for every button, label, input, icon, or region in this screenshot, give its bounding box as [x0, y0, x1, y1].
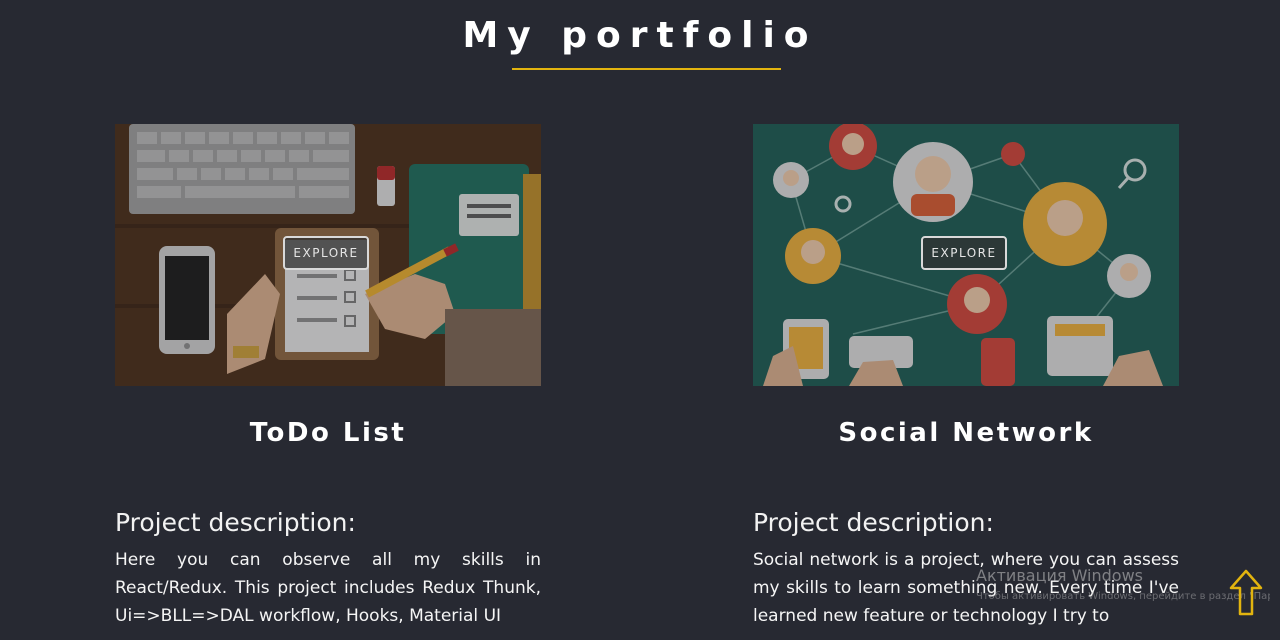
project-description-todo: Here you can observe all my skills in Re…: [115, 550, 541, 626]
project-title-todo: ToDo List: [249, 418, 407, 448]
project-thumbnail-social-network[interactable]: EXPLORE: [753, 124, 1179, 386]
page-title: My portfolio: [462, 15, 818, 56]
project-thumbnail-todo[interactable]: EXPLORE: [115, 124, 541, 386]
scroll-to-top-button[interactable]: [1228, 568, 1264, 618]
arrow-up-icon: [1229, 569, 1263, 616]
project-card-social-network: EXPLORE Social Network Project descripti…: [753, 124, 1179, 630]
title-underline: [512, 68, 781, 70]
project-description-heading-social-network: Project description:: [753, 508, 994, 537]
explore-button-todo[interactable]: EXPLORE: [283, 236, 369, 270]
project-card-todo: EXPLORE ToDo List Project description: H…: [115, 124, 541, 630]
explore-button-social-network[interactable]: EXPLORE: [921, 236, 1007, 270]
project-description-heading-todo: Project description:: [115, 508, 356, 537]
project-title-social-network: Social Network: [838, 418, 1094, 448]
project-description-social-network: Social network is a project, where you c…: [753, 550, 1179, 626]
